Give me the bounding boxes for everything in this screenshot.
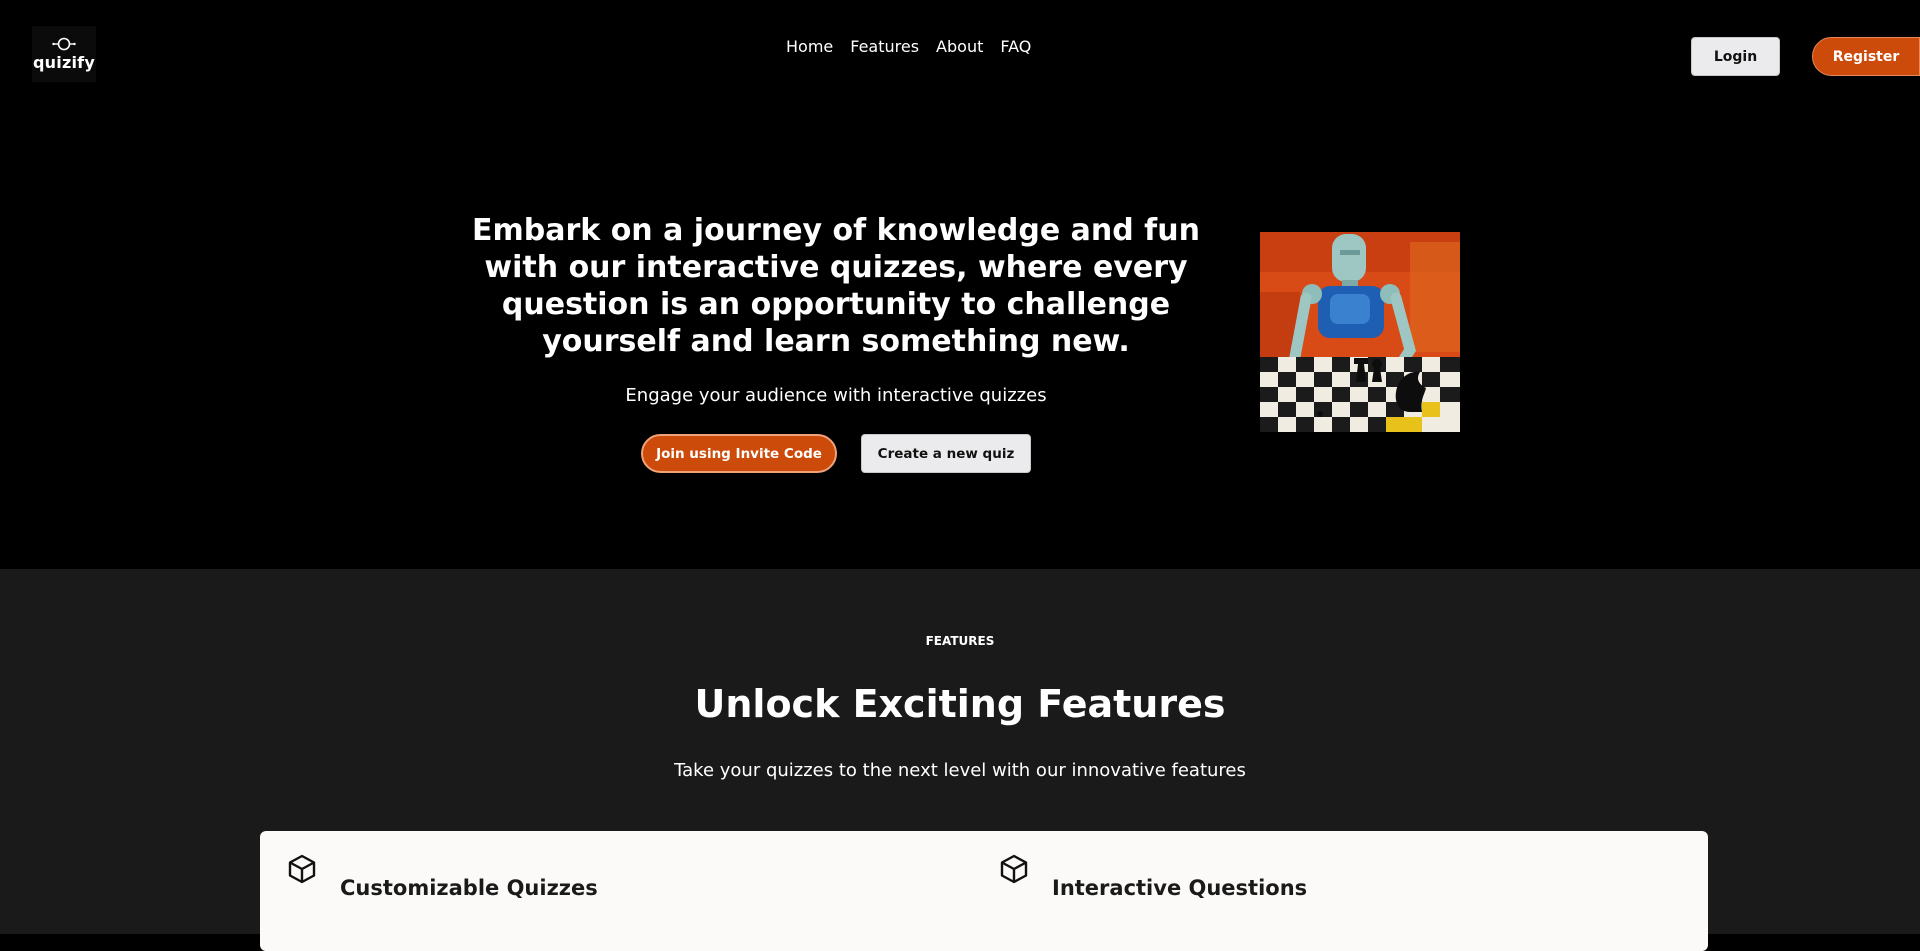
hero-section: Embark on a journey of knowledge and fun… — [0, 100, 1920, 569]
hero-title: Embark on a journey of knowledge and fun… — [472, 213, 1200, 359]
join-invite-code-button[interactable]: Join using Invite Code — [641, 434, 837, 473]
features-title: Unlock Exciting Features — [694, 682, 1226, 726]
create-quiz-button[interactable]: Create a new quiz — [861, 434, 1031, 473]
nav-item-faq[interactable]: FAQ — [1000, 37, 1031, 56]
cube-icon — [1000, 854, 1028, 884]
login-button[interactable]: Login — [1691, 37, 1780, 76]
feature-card-title: Interactive Questions — [1052, 876, 1308, 900]
feature-card-interactive: Interactive Questions — [972, 831, 1672, 931]
register-button[interactable]: Register — [1812, 37, 1920, 76]
planet-icon — [52, 37, 76, 51]
cube-icon — [288, 854, 316, 884]
nav-item-features[interactable]: Features — [850, 37, 919, 56]
robot-chess-image — [1260, 232, 1460, 432]
features-eyebrow: FEATURES — [925, 634, 995, 648]
main-nav: Home Features About FAQ — [786, 37, 1048, 56]
feature-card-title: Customizable Quizzes — [340, 876, 598, 900]
nav-item-home[interactable]: Home — [786, 37, 833, 56]
features-subtitle: Take your quizzes to the next level with… — [674, 760, 1246, 781]
feature-card-customizable: Customizable Quizzes — [260, 831, 960, 931]
features-panel: Customizable Quizzes Interactive Questio… — [260, 831, 1708, 951]
hero-subtitle: Engage your audience with interactive qu… — [625, 385, 1047, 406]
nav-item-about[interactable]: About — [936, 37, 983, 56]
logo[interactable]: quizify — [32, 26, 96, 82]
site-header: quizify Home Features About FAQ Login Re… — [0, 0, 1920, 100]
features-section: FEATURES Unlock Exciting Features Take y… — [0, 569, 1920, 951]
brand-name: quizify — [33, 53, 95, 72]
